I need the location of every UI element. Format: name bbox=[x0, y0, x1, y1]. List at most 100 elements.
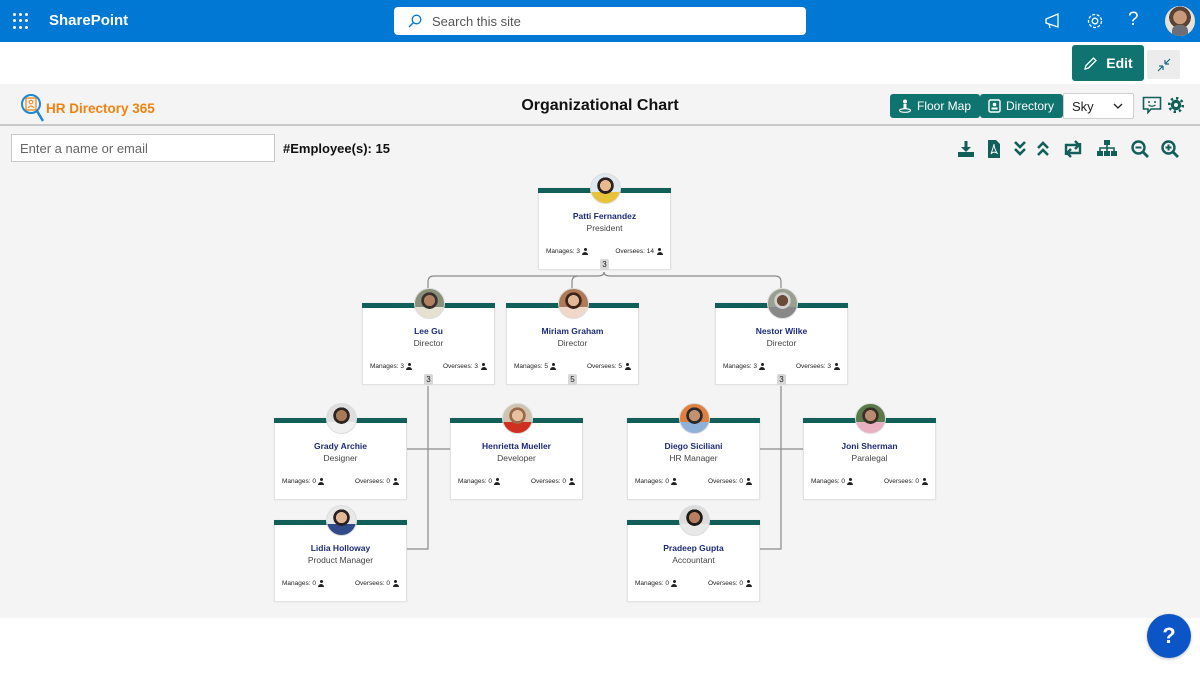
collapse-arrows-icon bbox=[1157, 58, 1170, 71]
person-icon bbox=[624, 363, 631, 370]
org-card-patti[interactable]: Patti Fernandez President Manages: 3 Ove… bbox=[538, 173, 671, 270]
webpart-header: HR Directory 365 Organizational Chart Fl… bbox=[0, 84, 1200, 126]
megaphone-icon[interactable] bbox=[1043, 11, 1063, 31]
manages-text: Manages: 0 bbox=[811, 478, 845, 485]
oversees-count: Oversees: 3 bbox=[443, 363, 487, 370]
employee-photo[interactable] bbox=[767, 288, 798, 319]
edit-button[interactable]: Edit bbox=[1072, 45, 1144, 81]
directory-search-logo-icon bbox=[21, 94, 44, 122]
manages-count: Manages: 3 bbox=[546, 248, 589, 255]
employee-photo[interactable] bbox=[679, 505, 710, 536]
employee-name[interactable]: Lidia Holloway bbox=[275, 543, 406, 553]
employee-name[interactable]: Pradeep Gupta bbox=[628, 543, 759, 553]
oversees-text: Oversees: 0 bbox=[530, 478, 566, 485]
employee-photo[interactable] bbox=[326, 505, 357, 536]
manages-count: Manages: 0 bbox=[811, 478, 854, 485]
oversees-text: Oversees: 0 bbox=[707, 478, 743, 485]
expand-children-badge[interactable]: 5 bbox=[568, 374, 577, 385]
employee-photo[interactable] bbox=[326, 403, 357, 434]
directory-button[interactable]: Directory bbox=[980, 94, 1064, 118]
org-card-grady[interactable]: Grady Archie Designer Manages: 0 Oversee… bbox=[274, 403, 407, 500]
oversees-text: Oversees: 14 bbox=[615, 248, 654, 255]
feedback-icon[interactable] bbox=[1142, 96, 1162, 114]
employee-title: President bbox=[586, 223, 623, 233]
employee-name[interactable]: Joni Sherman bbox=[804, 441, 935, 451]
person-icon bbox=[480, 363, 487, 370]
person-icon bbox=[392, 580, 399, 587]
person-icon bbox=[847, 478, 854, 485]
org-card-diego[interactable]: Diego Siciliani HR Manager Manages: 0 Ov… bbox=[627, 403, 760, 500]
expand-children-badge[interactable]: 3 bbox=[600, 259, 609, 270]
employee-title: Designer bbox=[323, 453, 358, 463]
gear-icon[interactable] bbox=[1085, 11, 1105, 31]
org-card-lidia[interactable]: Lidia Holloway Product Manager Manages: … bbox=[274, 505, 407, 602]
employee-photo[interactable] bbox=[558, 288, 589, 319]
pdf-icon[interactable] bbox=[984, 139, 1004, 159]
waffle-icon[interactable] bbox=[13, 13, 29, 29]
site-search-input[interactable] bbox=[432, 11, 792, 31]
contact-book-icon bbox=[988, 99, 1001, 113]
swap-orientation-icon[interactable] bbox=[1062, 139, 1084, 159]
manages-count: Manages: 3 bbox=[723, 363, 766, 370]
employee-name[interactable]: Henrietta Mueller bbox=[451, 441, 582, 451]
expand-children-badge[interactable]: 3 bbox=[777, 374, 786, 385]
manages-text: Manages: 3 bbox=[546, 248, 580, 255]
collapse-all-icon[interactable] bbox=[1033, 139, 1053, 159]
employee-title: Director bbox=[557, 338, 588, 348]
oversees-text: Oversees: 0 bbox=[354, 478, 390, 485]
employee-photo[interactable] bbox=[414, 288, 445, 319]
org-card-miriam[interactable]: Miriam Graham Director Manages: 5 Overse… bbox=[506, 288, 639, 385]
employee-photo[interactable] bbox=[590, 173, 621, 204]
employee-photo[interactable] bbox=[502, 403, 533, 434]
employee-title: Product Manager bbox=[307, 555, 374, 565]
person-icon bbox=[745, 478, 752, 485]
employee-photo[interactable] bbox=[679, 403, 710, 434]
employee-name[interactable]: Lee Gu bbox=[363, 326, 494, 336]
org-card-pradeep[interactable]: Pradeep Gupta Accountant Manages: 0 Over… bbox=[627, 505, 760, 602]
employee-name[interactable]: Diego Siciliani bbox=[628, 441, 759, 451]
download-icon[interactable] bbox=[956, 139, 976, 159]
site-search-box[interactable] bbox=[394, 7, 806, 35]
logo-text: HR Directory 365 bbox=[46, 100, 155, 116]
oversees-text: Oversees: 0 bbox=[707, 580, 743, 587]
org-card-nestor[interactable]: Nestor Wilke Director Manages: 3 Oversee… bbox=[715, 288, 848, 385]
user-avatar[interactable] bbox=[1165, 6, 1195, 36]
employee-name[interactable]: Miriam Graham bbox=[507, 326, 638, 336]
person-icon bbox=[745, 580, 752, 587]
manages-text: Manages: 0 bbox=[458, 478, 492, 485]
edit-label: Edit bbox=[1106, 55, 1133, 71]
suite-bar: SharePoint ? bbox=[0, 0, 1200, 42]
person-icon bbox=[833, 363, 840, 370]
employee-search-input[interactable] bbox=[11, 134, 275, 162]
zoom-in-icon[interactable] bbox=[1160, 139, 1180, 159]
employee-photo[interactable] bbox=[855, 403, 886, 434]
manages-text: Manages: 0 bbox=[282, 580, 316, 587]
employee-title: Developer bbox=[497, 453, 536, 463]
zoom-out-icon[interactable] bbox=[1130, 139, 1150, 159]
floor-map-button[interactable]: Floor Map bbox=[890, 94, 981, 118]
help-fab-button[interactable]: ? bbox=[1147, 614, 1191, 658]
oversees-count: Oversees: 5 bbox=[587, 363, 631, 370]
employee-name[interactable]: Patti Fernandez bbox=[539, 211, 670, 221]
employee-name[interactable]: Grady Archie bbox=[275, 441, 406, 451]
search-icon bbox=[408, 14, 422, 28]
settings-gear-icon[interactable] bbox=[1168, 97, 1184, 113]
org-card-henrietta[interactable]: Henrietta Mueller Developer Manages: 0 O… bbox=[450, 403, 583, 500]
oversees-count: Oversees: 0 bbox=[884, 478, 928, 485]
help-icon[interactable]: ? bbox=[1128, 9, 1139, 31]
manages-count: Manages: 0 bbox=[635, 478, 678, 485]
org-card-joni[interactable]: Joni Sherman Paralegal Manages: 0 Overse… bbox=[803, 403, 936, 500]
collapse-button[interactable] bbox=[1147, 50, 1180, 79]
pencil-icon bbox=[1084, 56, 1098, 70]
org-tree-icon[interactable] bbox=[1096, 139, 1118, 159]
person-icon bbox=[318, 580, 325, 587]
employee-title: HR Manager bbox=[669, 453, 718, 463]
oversees-text: Oversees: 0 bbox=[354, 580, 390, 587]
theme-select[interactable]: Sky bbox=[1063, 93, 1134, 119]
app-name-link[interactable]: SharePoint bbox=[49, 12, 128, 29]
oversees-count: Oversees: 0 bbox=[708, 580, 752, 587]
employee-name[interactable]: Nestor Wilke bbox=[716, 326, 847, 336]
expand-children-badge[interactable]: 3 bbox=[424, 374, 433, 385]
org-card-lee[interactable]: Lee Gu Director Manages: 3 Oversees: 3 bbox=[362, 288, 495, 385]
expand-all-icon[interactable] bbox=[1010, 139, 1030, 159]
